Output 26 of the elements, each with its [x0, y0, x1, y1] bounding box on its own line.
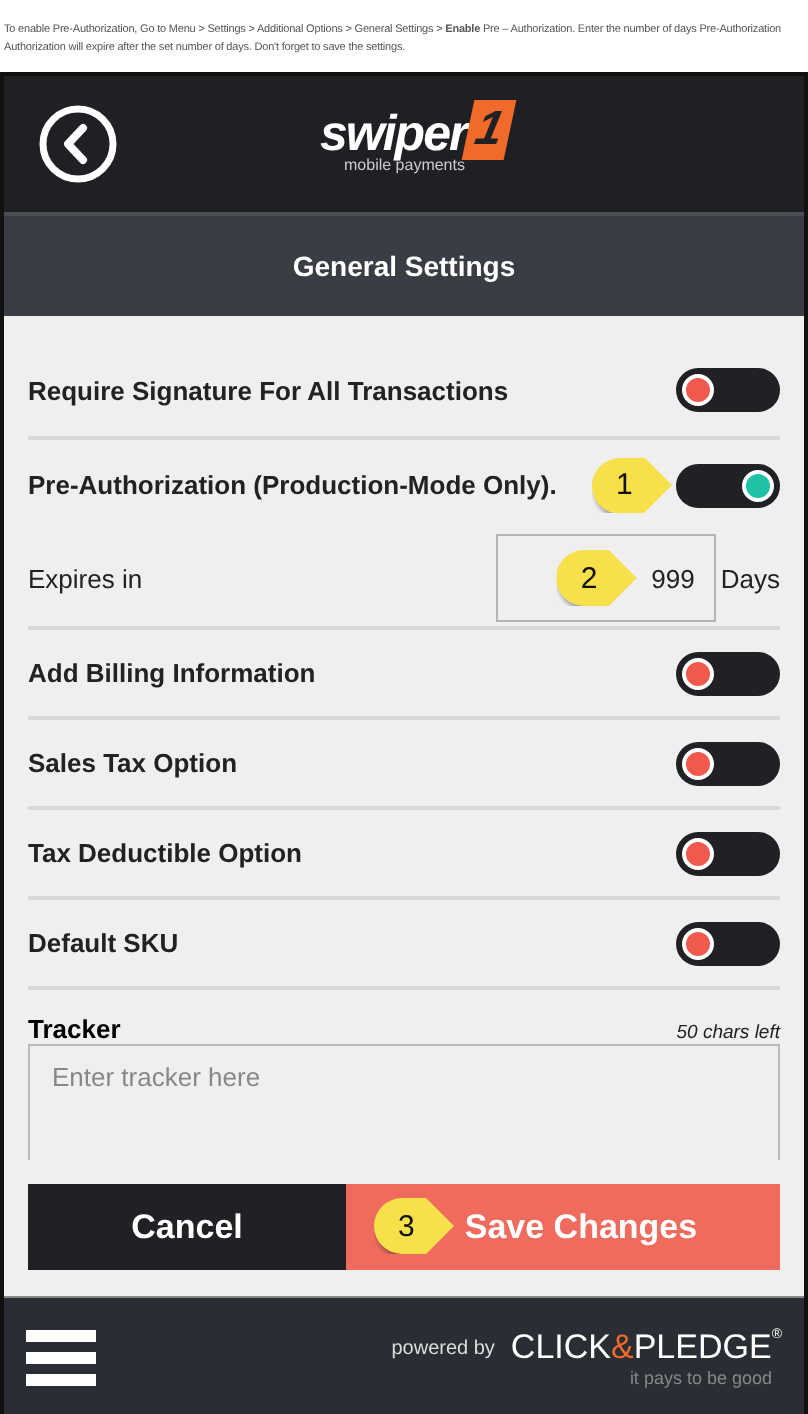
toggle-switch[interactable] [676, 368, 780, 412]
char-counter: 50 chars left [676, 1022, 780, 1044]
setting-label: Tax Deductible Option [28, 838, 302, 868]
toggle-switch[interactable] [676, 921, 780, 965]
toggle-switch[interactable] [676, 463, 780, 507]
setting-label: Add Billing Information [28, 658, 316, 688]
setting-label: Pre-Authorization (Production-Mode Only). [28, 470, 557, 500]
cancel-button[interactable]: Cancel [28, 1184, 346, 1270]
page-title: General Settings [292, 250, 516, 282]
setting-label: Default SKU [28, 928, 179, 958]
swiper-logo: swiper1 mobile payments [320, 100, 512, 174]
toggle-switch[interactable] [676, 741, 780, 785]
back-button[interactable] [38, 104, 118, 184]
setting-label: Require Signature For All Transactions [28, 375, 509, 405]
callout-marker: 2 [556, 550, 637, 606]
tracker-label: Tracker [28, 1014, 121, 1044]
click-pledge-logo: CLICK&PLEDGE$^{®}$ it pays to be good [510, 1328, 782, 1388]
tracker-field[interactable]: Enter tracker here [28, 1044, 780, 1160]
toggle-switch[interactable] [676, 831, 780, 875]
callout-marker: 1 [592, 457, 672, 513]
setting-label: Expires in [28, 563, 143, 593]
toggle-switch[interactable] [676, 651, 780, 695]
powered-by-text: powered by [391, 1337, 495, 1359]
setting-label: Sales Tax Option [28, 748, 238, 778]
menu-icon[interactable] [26, 1330, 96, 1386]
unit-label: Days [720, 563, 780, 593]
